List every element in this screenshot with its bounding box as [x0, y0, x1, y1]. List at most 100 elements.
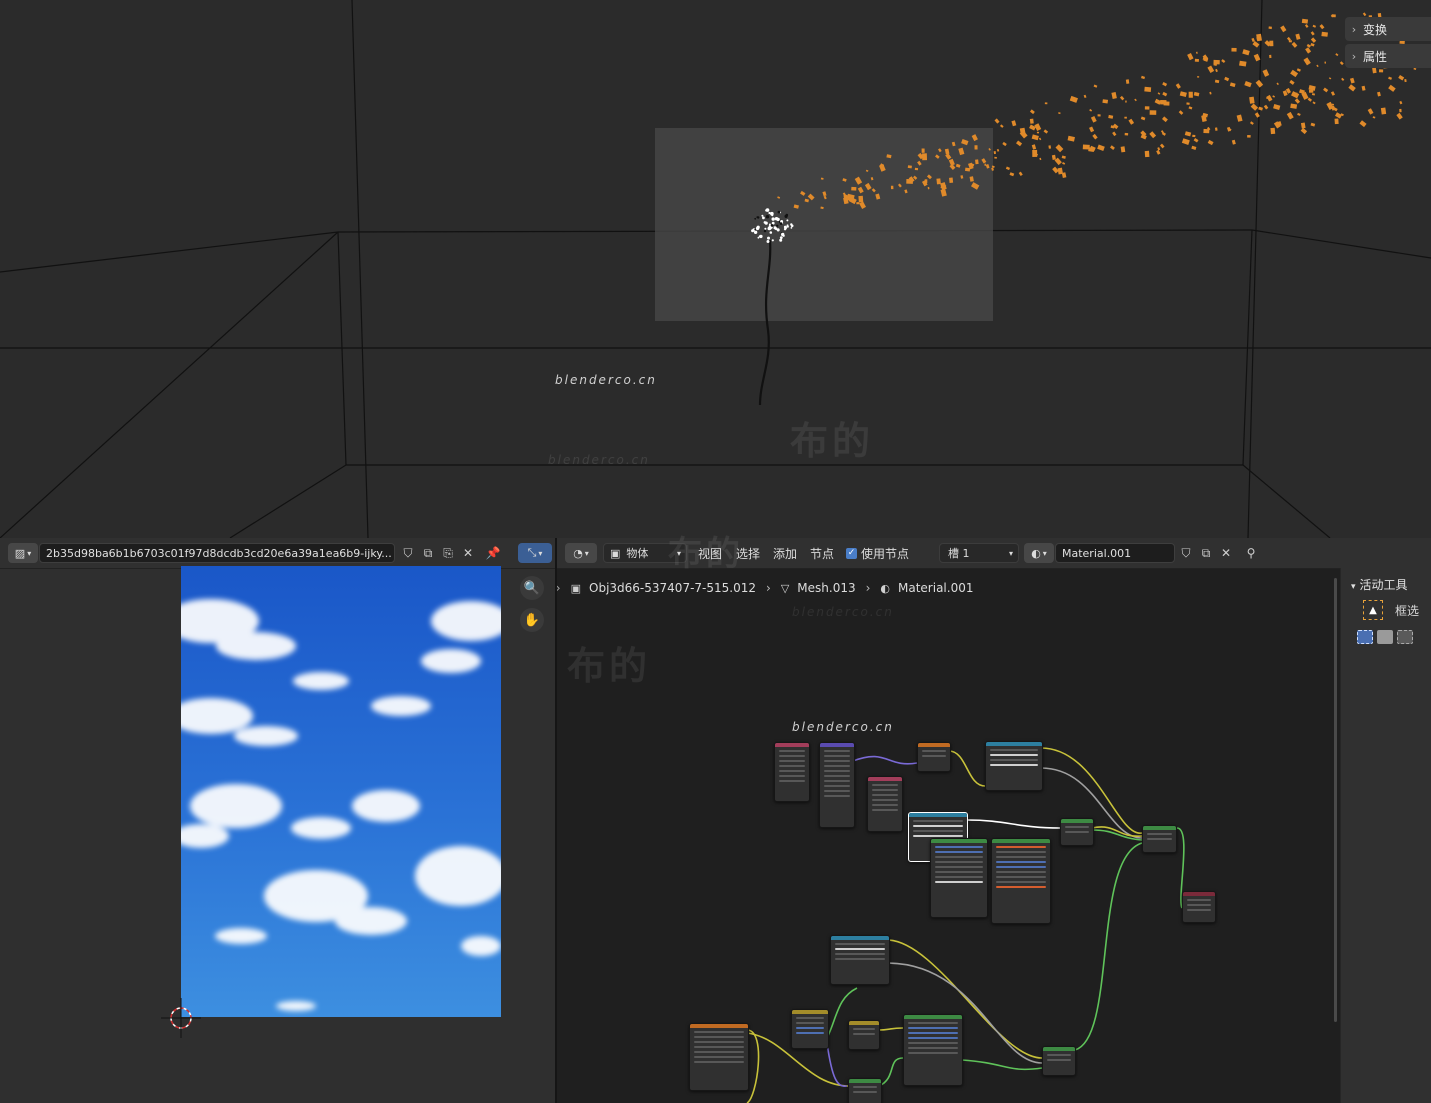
zoom-icon[interactable]: 🔍 — [520, 576, 544, 600]
particle — [1396, 112, 1403, 120]
seed — [785, 213, 789, 217]
node-transparent-bsdf[interactable] — [848, 1078, 882, 1103]
particle — [1221, 59, 1226, 64]
image-name-field[interactable]: 2b35d98ba6b1b6703c01f97d8dcdb3cd20e6a39a… — [39, 543, 395, 563]
close-icon[interactable]: ✕ — [458, 543, 478, 563]
editor-type-button[interactable]: ▨ ▾ — [8, 543, 38, 563]
active-tool-panel: ▾ 活动工具 ▲ 框选 — [1340, 568, 1431, 1103]
particle — [974, 145, 978, 150]
node-color-ramp-a[interactable] — [917, 742, 951, 772]
particle — [1209, 91, 1212, 95]
particle — [1404, 79, 1407, 83]
node-image-texture-a[interactable] — [985, 741, 1043, 791]
box-select-tool[interactable]: ▲ 框选 — [1363, 600, 1419, 620]
node-mix-rgb[interactable] — [848, 1020, 880, 1050]
seed — [755, 226, 760, 231]
2d-cursor-icon[interactable] — [161, 998, 201, 1038]
node-mix-shader-b[interactable] — [1142, 825, 1177, 853]
header-watermark-brand: 布的 — [668, 534, 744, 574]
seed — [777, 228, 780, 231]
particle — [1399, 108, 1402, 113]
particle — [1305, 47, 1312, 54]
panel-properties[interactable]: › 属性 — [1345, 44, 1431, 68]
particle — [1011, 120, 1017, 127]
seed — [790, 227, 793, 229]
image-editor-header: ▨ ▾ 2b35d98ba6b1b6703c01f97d8dcdb3cd20e6a… — [0, 538, 555, 569]
particle — [851, 186, 857, 191]
particle — [1031, 134, 1039, 141]
particle — [1295, 33, 1301, 40]
node-texture-coordinate[interactable] — [774, 742, 810, 802]
panel-transform[interactable]: › 变换 — [1345, 17, 1431, 41]
particle — [914, 167, 919, 171]
uv-sync-button[interactable]: ⤡ ▾ — [518, 543, 552, 563]
node-principled-bsdf-b[interactable] — [991, 838, 1051, 924]
pack-icon[interactable]: ⎘ — [438, 543, 458, 563]
particle — [1297, 112, 1301, 116]
node-hue-saturation[interactable] — [791, 1009, 829, 1049]
mode-new-icon[interactable] — [1357, 630, 1373, 644]
seed — [790, 224, 794, 228]
pin-icon[interactable]: 📌 — [483, 543, 503, 563]
seed — [762, 216, 765, 220]
particle — [1159, 143, 1165, 149]
particle — [975, 159, 979, 165]
particle — [1310, 42, 1315, 47]
particle — [1125, 100, 1127, 103]
node-principled-bsdf-c[interactable] — [903, 1014, 963, 1086]
particle — [1089, 108, 1093, 112]
particle — [1110, 145, 1115, 150]
node-mix-shader-a[interactable] — [1060, 818, 1094, 846]
image-editor[interactable]: ▨ ▾ 2b35d98ba6b1b6703c01f97d8dcdb3cd20e6a… — [0, 538, 555, 1103]
uv-sync-icon: ⤡ — [527, 546, 537, 559]
node-mix-shader-c[interactable] — [1042, 1046, 1076, 1076]
particle — [1359, 120, 1367, 128]
particle — [1015, 140, 1023, 147]
particle — [1207, 65, 1215, 74]
node-image-texture-b[interactable] — [830, 935, 890, 985]
particle — [1055, 144, 1064, 153]
particle — [1388, 76, 1393, 80]
seed — [771, 239, 774, 242]
particle — [1178, 110, 1184, 115]
node-separate[interactable] — [867, 776, 903, 832]
chevron-down-icon: ▾ — [27, 548, 32, 558]
shader-node-editor[interactable]: ◔ ▾ ▣ 物体 ▾ 视图 选择 添加 节点 ✓ 使用节点 槽 1 ▾ ◐ ▾ Ma… — [557, 538, 1431, 1103]
particle — [1231, 139, 1236, 145]
particle — [1214, 79, 1220, 84]
particle — [1310, 122, 1316, 127]
node-image-texture-c[interactable] — [689, 1023, 749, 1091]
3d-viewport[interactable]: › 变换 › 属性 blenderco.cn blenderco.cn 布的 — [0, 0, 1431, 538]
node-principled-bsdf-a[interactable] — [930, 838, 988, 918]
hand-icon[interactable]: ✋ — [520, 608, 544, 632]
mode-extend-icon[interactable] — [1377, 630, 1393, 644]
seed — [765, 215, 770, 219]
particle — [1286, 111, 1294, 120]
particle — [1009, 172, 1015, 177]
chevron-right-icon: › — [1351, 49, 1357, 63]
seed — [758, 235, 761, 238]
vertical-scrollbar[interactable] — [1334, 578, 1337, 1022]
particle — [1253, 53, 1261, 62]
duplicate-icon[interactable]: ⧉ — [418, 543, 438, 563]
particle — [1296, 68, 1301, 72]
particle — [1294, 98, 1301, 104]
particle — [1203, 128, 1210, 134]
view-tools: 🔍 ✋ — [520, 576, 548, 640]
node-material-output[interactable] — [1182, 891, 1216, 923]
fake-user-shield-icon[interactable]: ⛉ — [398, 543, 418, 563]
particle — [1289, 79, 1295, 85]
particle — [1224, 76, 1230, 82]
particle — [1367, 108, 1374, 115]
seed — [771, 217, 775, 221]
particle — [1179, 91, 1187, 97]
seed — [770, 224, 774, 227]
mode-subtract-icon[interactable] — [1397, 630, 1413, 644]
particle — [1372, 116, 1376, 119]
particle — [1361, 85, 1366, 91]
node-mapping[interactable] — [819, 742, 855, 828]
particle — [1321, 31, 1328, 37]
particle — [907, 165, 912, 169]
room-wireframe — [0, 0, 1431, 538]
particle — [1156, 149, 1161, 155]
